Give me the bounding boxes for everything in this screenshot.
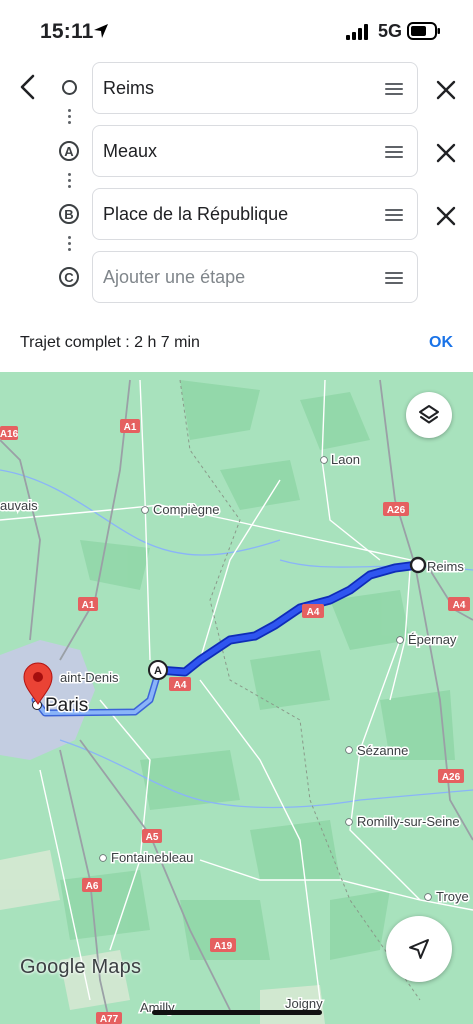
stop-a-field[interactable]: Meaux [92, 125, 418, 177]
add-stop-field[interactable]: Ajouter une étape [92, 251, 418, 303]
connector-dots [67, 170, 71, 191]
terrain-patches [60, 380, 455, 960]
back-button[interactable] [14, 72, 44, 102]
stop-b-value: Place de la République [103, 204, 289, 224]
google-maps-attribution: Google Maps [20, 956, 142, 978]
navigation-arrow-icon [409, 939, 429, 959]
start-navigation-button[interactable] [386, 916, 452, 982]
signal-icon [346, 24, 368, 40]
stop-a-value: Meaux [103, 141, 158, 161]
network-type: 5G [378, 21, 403, 41]
connector-dots [67, 106, 71, 127]
status-time: 15:11 [40, 20, 94, 43]
remove-stop-b-button[interactable] [432, 202, 460, 230]
origin-value: Reims [103, 78, 155, 98]
remove-stop-a-button[interactable] [432, 139, 460, 167]
status-bar: 15:11 5G [0, 0, 473, 60]
ok-button[interactable]: OK [429, 334, 453, 352]
origin-circle-icon [61, 80, 77, 95]
connector-dots [67, 233, 71, 254]
stop-b-field[interactable]: Place de la République [92, 188, 418, 240]
location-arrow-icon [94, 24, 108, 38]
battery-icon [407, 22, 440, 40]
drag-handle-icon[interactable] [385, 272, 403, 287]
layers-icon [419, 405, 439, 424]
drag-handle-icon[interactable] [385, 83, 403, 98]
trip-summary: Trajet complet : 2 h 7 min [20, 334, 200, 351]
stop-b-marker: B [54, 204, 84, 224]
home-indicator[interactable] [152, 1010, 322, 1015]
add-stop-placeholder: Ajouter une étape [103, 267, 246, 287]
origin-marker [54, 80, 84, 95]
remove-origin-button[interactable] [432, 76, 460, 104]
drag-handle-icon[interactable] [385, 209, 403, 224]
drag-handle-icon[interactable] [385, 146, 403, 161]
stop-c-marker: C [54, 267, 84, 287]
layers-button[interactable] [406, 392, 452, 438]
stop-a-marker: A [54, 141, 84, 161]
stop-c-letter: C [59, 267, 79, 287]
origin-field[interactable]: Reims [92, 62, 418, 114]
stop-b-letter: B [59, 204, 79, 224]
stop-a-letter: A [59, 141, 79, 161]
